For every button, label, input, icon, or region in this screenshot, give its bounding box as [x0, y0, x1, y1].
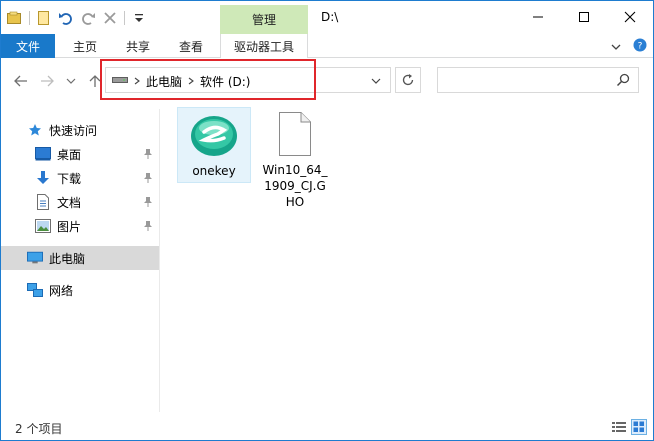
tab-drive-tools[interactable]: 驱动器工具: [220, 34, 308, 58]
explorer-window: 管理 D:\ 文件 主页 共享 查看 驱动器工具 ? 此电脑 软件 (D:) 快…: [0, 0, 654, 441]
properties-icon[interactable]: [36, 10, 52, 26]
status-bar: 2 个项目: [1, 415, 653, 439]
drive-icon: [112, 74, 128, 88]
refresh-button[interactable]: [395, 67, 421, 93]
view-switcher: [611, 419, 647, 435]
sidebar-item-quick-access[interactable]: 快速访问: [1, 118, 159, 142]
sidebar-item-documents[interactable]: 文档: [1, 190, 159, 214]
sidebar-item-desktop[interactable]: 桌面: [1, 142, 159, 166]
pin-icon[interactable]: [141, 171, 155, 185]
title-bar: 管理 D:\: [1, 1, 653, 34]
svg-text:?: ?: [638, 42, 643, 52]
delete-icon[interactable]: [102, 10, 118, 26]
sidebar-item-label: 下载: [57, 171, 82, 186]
sidebar-item-label: 图片: [57, 219, 82, 234]
maximize-button[interactable]: [561, 1, 607, 33]
ribbon-tabs: 文件 主页 共享 查看 驱动器工具 ?: [1, 34, 653, 58]
pin-icon[interactable]: [141, 147, 155, 161]
breadcrumb-this-pc[interactable]: 此电脑: [146, 73, 182, 90]
file-item-onekey[interactable]: onekey: [177, 107, 251, 183]
redo-icon[interactable]: [80, 10, 96, 26]
pane-divider[interactable]: [159, 109, 160, 412]
onekey-app-icon: [190, 114, 238, 161]
minimize-button[interactable]: [515, 1, 561, 33]
network-icon: [27, 282, 43, 298]
sidebar-item-pictures[interactable]: 图片: [1, 214, 159, 238]
tab-home[interactable]: 主页: [73, 34, 97, 58]
ribbon-controls: ?: [611, 38, 647, 55]
quick-access-toolbar: [7, 9, 147, 27]
details-view-icon[interactable]: [611, 419, 627, 435]
window-title: D:\: [321, 10, 339, 24]
address-bar[interactable]: 此电脑 软件 (D:): [105, 67, 391, 93]
up-button[interactable]: [85, 71, 105, 91]
tab-manage[interactable]: 管理: [220, 5, 308, 34]
breadcrumb-separator-icon[interactable]: [134, 74, 140, 88]
star-icon: [27, 122, 43, 138]
sidebar-item-label: 此电脑: [49, 251, 86, 266]
sidebar-item-label: 快速访问: [49, 123, 98, 138]
help-icon[interactable]: ?: [633, 38, 647, 55]
qat-divider: [124, 11, 125, 25]
file-name: Win10_64_1909_CJ.GHO: [262, 163, 328, 209]
navigation-bar: 此电脑 软件 (D:): [1, 59, 653, 103]
computer-icon: [27, 250, 43, 266]
window-icon[interactable]: [7, 10, 23, 26]
sidebar-item-label: 网络: [49, 283, 74, 298]
sidebar-item-network[interactable]: 网络: [1, 278, 159, 302]
large-icons-view-icon[interactable]: [631, 419, 647, 435]
breadcrumb-separator-icon[interactable]: [188, 74, 194, 88]
sidebar-item-downloads[interactable]: 下载: [1, 166, 159, 190]
download-icon: [35, 170, 51, 186]
tab-view[interactable]: 查看: [179, 34, 203, 58]
recent-locations-button[interactable]: [61, 71, 81, 91]
item-count: 2 个项目: [15, 422, 63, 436]
tab-share[interactable]: 共享: [126, 34, 150, 58]
sidebar-item-label: 文档: [57, 195, 82, 210]
document-icon: [35, 194, 51, 210]
file-list: onekey Win10_64_1909_CJ.GHO: [161, 103, 653, 413]
blank-file-icon: [277, 111, 313, 160]
search-input[interactable]: [437, 67, 639, 93]
expand-ribbon-icon[interactable]: [611, 40, 621, 54]
breadcrumb-drive-d[interactable]: 软件 (D:): [200, 73, 250, 90]
pictures-icon: [35, 218, 51, 234]
navigation-pane: 快速访问 桌面 下载 文档 图片 此电脑 网络: [1, 109, 159, 412]
sidebar-item-this-pc[interactable]: 此电脑: [1, 246, 159, 270]
undo-icon[interactable]: [58, 10, 74, 26]
pin-icon[interactable]: [141, 219, 155, 233]
qat-divider: [29, 11, 30, 25]
customize-qat-icon[interactable]: [131, 10, 147, 26]
sidebar-item-label: 桌面: [57, 147, 82, 162]
file-name: onekey: [192, 164, 236, 178]
pin-icon[interactable]: [141, 195, 155, 209]
forward-button[interactable]: [37, 71, 57, 91]
address-history-dropdown[interactable]: [368, 73, 384, 89]
back-button[interactable]: [11, 71, 31, 91]
file-item-gho[interactable]: Win10_64_1909_CJ.GHO: [258, 109, 332, 210]
desktop-icon: [35, 146, 51, 162]
breadcrumb: 此电脑 软件 (D:): [112, 72, 250, 90]
tab-file[interactable]: 文件: [1, 34, 55, 58]
search-icon: [616, 73, 630, 90]
close-button[interactable]: [607, 1, 653, 33]
